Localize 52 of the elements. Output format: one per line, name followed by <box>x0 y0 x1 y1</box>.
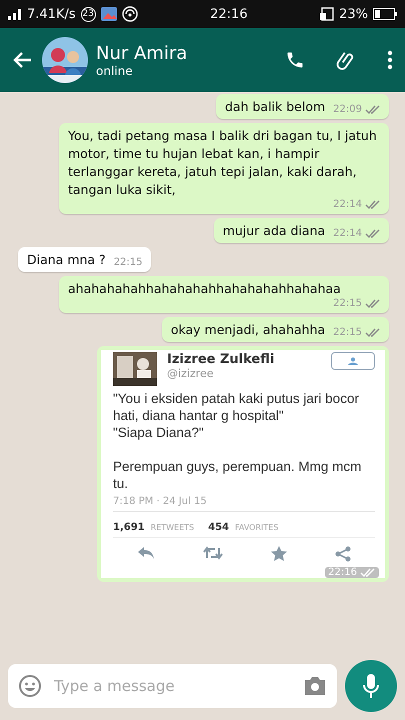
double-check-icon <box>360 568 376 578</box>
battery-icon <box>373 8 397 20</box>
menu-button[interactable] <box>385 48 395 72</box>
star-icon <box>271 546 287 561</box>
status-time: 22:16 <box>210 6 248 22</box>
gallery-icon <box>100 7 117 21</box>
retweets-label: RETWEETS <box>150 523 194 532</box>
message-text: Diana mna ? <box>27 251 106 269</box>
message-time: 22:15 <box>333 327 362 339</box>
message-text: You, tadi petang masa I balik dri bagan tu, I jatuh motor, time tu hujan lebat kan, i hampir terlanggar kereta, jatuh tepi jalan, kaki darah, tangan luka sikit, <box>68 127 378 199</box>
retweet-count: 1,691 <box>113 522 145 533</box>
microphone-icon <box>362 673 380 699</box>
share-icon <box>335 546 351 562</box>
tweet-date: 7:18 PM · 24 Jul 15 <box>113 496 208 507</box>
message-time: 22:16 <box>328 567 357 578</box>
contact-name: Nur Amira <box>96 42 188 64</box>
tweet-author: Izizree Zulkefli <box>167 352 276 367</box>
more-icon <box>387 50 393 70</box>
message-input[interactable]: Type a message <box>52 676 293 696</box>
emoji-icon <box>18 674 42 698</box>
tweet-handle: @izizree <box>167 367 214 380</box>
person-icon <box>345 357 361 365</box>
retweet-icon <box>203 546 223 560</box>
contact-status: online <box>96 64 134 78</box>
message-text: ahahahahahhahahahahhahahahahhahahaa <box>68 280 341 298</box>
phone-icon <box>285 50 305 70</box>
message-time: 22:14 <box>333 228 362 240</box>
message-time: 22:09 <box>333 104 362 116</box>
message-text: mujur ada diana <box>222 222 326 240</box>
message-text: okay menjadi, ahahahha <box>170 321 326 339</box>
reply-icon <box>137 546 155 560</box>
back-arrow-icon <box>12 51 32 69</box>
message-text: dah balik belom <box>225 98 326 116</box>
camera-icon[interactable] <box>303 676 327 696</box>
message-field[interactable]: Type a message <box>8 664 337 708</box>
signal-icon <box>8 8 22 20</box>
favorites-label: FAVORITES <box>235 523 278 532</box>
double-check-icon <box>365 105 381 115</box>
favorite-count: 454 <box>208 522 229 533</box>
notification-count: 23 <box>80 6 96 22</box>
double-check-icon <box>365 328 381 338</box>
contact-avatar[interactable] <box>42 37 88 83</box>
network-speed: 7.41K/s <box>27 6 76 22</box>
tweet-text: "You i eksiden patah kaki putus jari bocor hati, diana hantar g hospital" "Siapa Diana?" Perempuan guys, perempuan. Mmg mcm tu. <box>113 390 362 492</box>
message-time: 22:15 <box>114 257 143 269</box>
double-check-icon <box>365 299 381 309</box>
battery-percent: 23% <box>339 6 368 22</box>
double-check-icon <box>365 229 381 239</box>
message-time: 22:14 <box>333 199 362 211</box>
message-time: 22:15 <box>333 298 362 310</box>
double-check-icon <box>365 200 381 210</box>
mic-button[interactable] <box>345 660 397 712</box>
